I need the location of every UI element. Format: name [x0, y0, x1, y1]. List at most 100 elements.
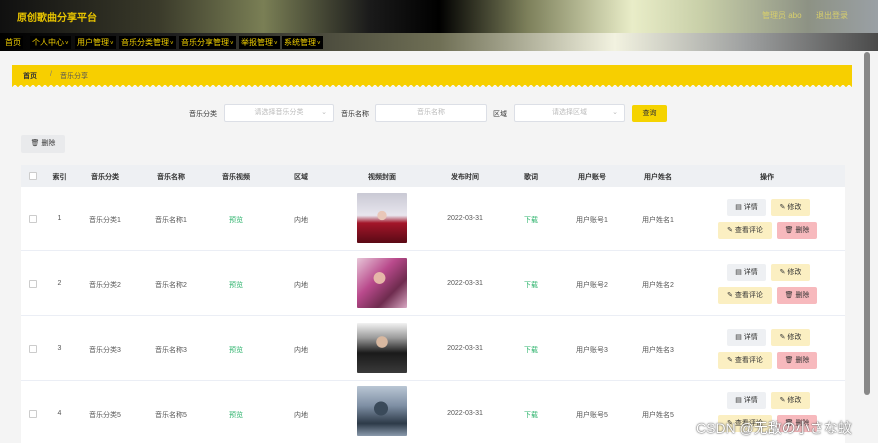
cell-username: 用户姓名1	[642, 217, 674, 224]
cell-name: 音乐名称3	[155, 347, 187, 354]
table-row: 3 音乐分类3 音乐名称3 预览 内地 2022-03-31 下载 用户账号3 …	[21, 317, 845, 381]
detail-button[interactable]: ▤ 详情	[727, 329, 766, 346]
breadcrumb-zigzag-edge	[12, 84, 852, 88]
row-checkbox[interactable]	[29, 345, 37, 353]
video-preview-link[interactable]: 预览	[206, 215, 266, 225]
lyrics-download-link[interactable]: 下载	[501, 215, 561, 225]
table-row: 1 音乐分类1 音乐名称1 预览 内地 2022-03-31 下载 用户账号1 …	[21, 187, 845, 251]
trash-icon: 🗑	[30, 140, 40, 147]
name-input[interactable]: 音乐名称	[375, 104, 487, 122]
edit-button[interactable]: ✎ 修改	[771, 329, 810, 346]
nav-system-management[interactable]: 系统管理˅	[282, 36, 323, 49]
video-cover-image	[357, 386, 407, 436]
edit-button[interactable]: ✎ 修改	[771, 392, 810, 409]
music-share-table: 索引 音乐分类 音乐名称 音乐视频 区域 视频封面 发布时间 歌词 用户账号 用…	[21, 165, 845, 443]
region-select[interactable]: 请选择区域 ⌄	[514, 104, 625, 122]
view-comments-button[interactable]: ✎ 查看评论	[718, 222, 772, 239]
cell-username: 用户姓名5	[642, 412, 674, 419]
th-actions: 操作	[760, 174, 774, 181]
top-header: 原创歌曲分享平台 管理员 abo 退出登录	[0, 0, 878, 33]
delete-button[interactable]: 🗑 删除	[777, 352, 817, 369]
chevron-down-icon: ˅	[317, 41, 321, 47]
cell-index: 3	[57, 345, 62, 352]
cell-region: 内地	[294, 347, 308, 354]
video-preview-link[interactable]: 预览	[206, 345, 266, 355]
cell-category: 音乐分类5	[89, 412, 121, 419]
lyrics-download-link[interactable]: 下载	[501, 345, 561, 355]
th-account: 用户账号	[578, 174, 606, 181]
view-comments-button[interactable]: ✎ 查看评论	[718, 287, 772, 304]
search-button[interactable]: 查询	[632, 105, 667, 122]
cell-region: 内地	[294, 412, 308, 419]
cell-account: 用户账号1	[576, 217, 608, 224]
row-checkbox[interactable]	[29, 280, 37, 288]
breadcrumb-separator: /	[50, 71, 52, 78]
nav-music-category-management[interactable]: 音乐分类管理˅	[119, 36, 176, 49]
lyrics-download-link[interactable]: 下载	[501, 280, 561, 290]
cell-category: 音乐分类3	[89, 347, 121, 354]
bulk-delete-button[interactable]: 🗑 删除	[21, 135, 65, 153]
cell-region: 内地	[294, 282, 308, 289]
name-label: 音乐名称	[341, 111, 369, 118]
chevron-down-icon: ˅	[230, 41, 234, 47]
view-comments-button[interactable]: ✎ 查看评论	[718, 352, 772, 369]
trash-icon: 🗑	[784, 292, 796, 299]
category-label: 音乐分类	[189, 111, 217, 118]
nav-user-management[interactable]: 用户管理˅	[75, 36, 116, 49]
nav-home[interactable]: 首页	[3, 36, 23, 49]
row-checkbox[interactable]	[29, 215, 37, 223]
cell-date: 2022-03-31	[447, 280, 483, 287]
th-cover: 视频封面	[368, 174, 396, 181]
cell-date: 2022-03-31	[447, 215, 483, 222]
category-select[interactable]: 请选择音乐分类 ⌄	[224, 104, 334, 122]
chevron-down-icon: ⌄	[612, 109, 618, 116]
th-name: 音乐名称	[157, 174, 185, 181]
delete-button[interactable]: 🗑 删除	[777, 222, 817, 239]
cell-date: 2022-03-31	[447, 410, 483, 417]
video-preview-link[interactable]: 预览	[206, 410, 266, 420]
th-video: 音乐视频	[222, 174, 250, 181]
detail-button[interactable]: ▤ 详情	[727, 392, 766, 409]
th-lyrics: 歌词	[524, 174, 538, 181]
th-region: 区域	[294, 174, 308, 181]
pencil-icon: ✎	[727, 292, 735, 299]
edit-button[interactable]: ✎ 修改	[771, 199, 810, 216]
select-all-checkbox[interactable]	[29, 172, 37, 180]
row-checkbox[interactable]	[29, 410, 37, 418]
name-placeholder: 音乐名称	[417, 109, 445, 116]
document-icon: ▤	[735, 269, 744, 276]
pencil-icon: ✎	[727, 227, 735, 234]
breadcrumb-home[interactable]: 首页	[23, 71, 37, 81]
nav-report-management[interactable]: 举报管理˅	[239, 36, 280, 49]
app-title: 原创歌曲分享平台	[17, 13, 97, 24]
logout-link[interactable]: 退出登录	[816, 10, 848, 21]
detail-button[interactable]: ▤ 详情	[727, 199, 766, 216]
table-header: 索引 音乐分类 音乐名称 音乐视频 区域 视频封面 发布时间 歌词 用户账号 用…	[21, 165, 845, 187]
vertical-scrollbar[interactable]	[864, 52, 870, 395]
main-nav: 首页 个人中心˅ 用户管理˅ 音乐分类管理˅ 音乐分享管理˅ 举报管理˅ 系统管…	[0, 33, 878, 51]
breadcrumb: 首页 / 音乐分享	[12, 65, 852, 88]
region-placeholder: 请选择区域	[552, 109, 587, 116]
nav-personal-center[interactable]: 个人中心˅	[30, 36, 71, 49]
nav-music-share-management[interactable]: 音乐分享管理˅	[179, 36, 236, 49]
cell-account: 用户账号2	[576, 282, 608, 289]
cell-region: 内地	[294, 217, 308, 224]
region-label: 区域	[493, 111, 507, 118]
chevron-down-icon: ⌄	[321, 109, 327, 116]
chevron-down-icon: ˅	[274, 41, 278, 47]
watermark: CSDN @无敌の小さな蚊	[696, 420, 852, 436]
trash-icon: 🗑	[784, 227, 796, 234]
detail-button[interactable]: ▤ 详情	[727, 264, 766, 281]
table-row: 2 音乐分类2 音乐名称2 预览 内地 2022-03-31 下载 用户账号2 …	[21, 252, 845, 316]
lyrics-download-link[interactable]: 下载	[501, 410, 561, 420]
cell-category: 音乐分类1	[89, 217, 121, 224]
video-cover-image	[357, 323, 407, 373]
video-preview-link[interactable]: 预览	[206, 280, 266, 290]
chevron-down-icon: ˅	[65, 41, 69, 47]
cell-account: 用户账号3	[576, 347, 608, 354]
edit-button[interactable]: ✎ 修改	[771, 264, 810, 281]
cell-index: 2	[57, 280, 62, 287]
delete-button[interactable]: 🗑 删除	[777, 287, 817, 304]
cell-name: 音乐名称2	[155, 282, 187, 289]
cell-index: 4	[57, 410, 62, 417]
